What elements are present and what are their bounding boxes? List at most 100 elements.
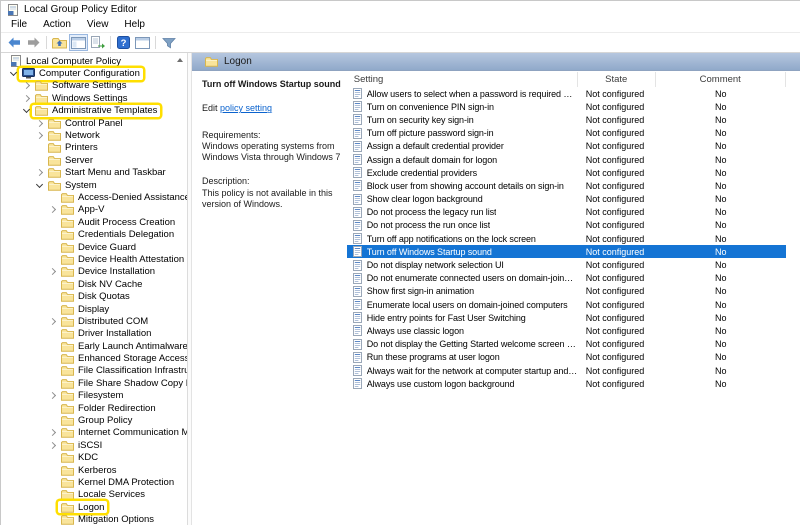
folder-icon: [61, 502, 74, 513]
tree-item-kernel-dma-protection[interactable]: Kernel DMA Protection: [1, 476, 187, 488]
tree-item-kdc[interactable]: KDC: [1, 452, 187, 464]
toolbar-button-filter-icon[interactable]: [159, 34, 178, 51]
menu-item-view[interactable]: View: [79, 18, 117, 32]
tree-item-filesystem[interactable]: Filesystem: [1, 390, 187, 402]
tree-item-file-classification-infrastru[interactable]: File Classification Infrastru: [1, 365, 187, 377]
list-row-do-not-process-the-run-once-list[interactable]: Do not process the run once listNot conf…: [347, 219, 800, 232]
tree-item-start-menu-and-taskbar[interactable]: Start Menu and Taskbar: [1, 167, 187, 179]
tree-item-label: Device Installation: [78, 266, 155, 277]
tree-item-disk-nv-cache[interactable]: Disk NV Cache: [1, 278, 187, 290]
chevron-right-icon[interactable]: [46, 430, 58, 435]
chevron-right-icon[interactable]: [33, 170, 45, 175]
list-row-assign-a-default-credential-provider[interactable]: Assign a default credential providerNot …: [347, 140, 800, 153]
list-row-turn-off-app-notifications-on-the-lock-s[interactable]: Turn off app notifications on the lock s…: [347, 232, 800, 245]
tree-item-line: Audit Process Creation: [58, 216, 178, 228]
console-icon: [10, 55, 22, 67]
tree-item-access-denied-assistance[interactable]: Access-Denied Assistance: [1, 191, 187, 203]
tree-item-label: Group Policy: [78, 415, 132, 426]
tree-item-device-guard[interactable]: Device Guard: [1, 241, 187, 253]
chevron-right-icon[interactable]: [33, 133, 45, 138]
tree-item-logon[interactable]: Logon: [1, 501, 187, 513]
tree-item-credentials-delegation[interactable]: Credentials Delegation: [1, 228, 187, 240]
tree-item-driver-installation[interactable]: Driver Installation: [1, 328, 187, 340]
tree-item-iscsi[interactable]: iSCSI: [1, 439, 187, 451]
column-header-comment[interactable]: Comment: [656, 72, 786, 87]
list-row-do-not-process-the-legacy-run-list[interactable]: Do not process the legacy run listNot co…: [347, 206, 800, 219]
list-row-hide-entry-points-for-fast-user-switchin[interactable]: Hide entry points for Fast User Switchin…: [347, 311, 800, 324]
tree-item-windows-settings[interactable]: Windows Settings: [1, 92, 187, 104]
chevron-right-icon[interactable]: [20, 83, 32, 88]
toolbar-button-help-icon[interactable]: ?: [114, 34, 133, 51]
menu-item-action[interactable]: Action: [35, 18, 79, 32]
chevron-right-icon[interactable]: [46, 269, 58, 274]
toolbar-button-forward-icon[interactable]: [24, 34, 43, 51]
chevron-down-icon[interactable]: [33, 184, 45, 187]
list-row-show-first-sign-in-animation[interactable]: Show first sign-in animationNot configur…: [347, 285, 800, 298]
tree-item-internet-communication-m[interactable]: Internet Communication M: [1, 427, 187, 439]
list-row-do-not-enumerate-connected-users-on-doma[interactable]: Do not enumerate connected users on doma…: [347, 272, 800, 285]
tree-item-local-computer-policy[interactable]: Local Computer Policy: [1, 55, 187, 67]
menu-item-help[interactable]: Help: [116, 18, 153, 32]
tree-item-mitigation-options[interactable]: Mitigation Options: [1, 513, 187, 525]
tree-item-software-settings[interactable]: Software Settings: [1, 80, 187, 92]
tree-item-folder-redirection[interactable]: Folder Redirection: [1, 402, 187, 414]
toolbar-button-up-one-level-icon[interactable]: [50, 34, 69, 51]
list-row-exclude-credential-providers[interactable]: Exclude credential providersNot configur…: [347, 166, 800, 179]
menu-item-file[interactable]: File: [3, 18, 35, 32]
tree-item-administrative-templates[interactable]: Administrative Templates: [1, 105, 187, 117]
list-row-run-these-programs-at-user-logon[interactable]: Run these programs at user logonNot conf…: [347, 351, 800, 364]
list-row-always-use-custom-logon-background[interactable]: Always use custom logon backgroundNot co…: [347, 377, 800, 390]
tree-scrollbar[interactable]: [175, 56, 185, 68]
tree-item-kerberos[interactable]: Kerberos: [1, 464, 187, 476]
tree-item-locale-services[interactable]: Locale Services: [1, 489, 187, 501]
list-row-turn-off-windows-startup-sound[interactable]: Turn off Windows Startup soundNot config…: [347, 245, 800, 258]
tree-item-computer-configuration[interactable]: Computer Configuration: [1, 67, 187, 79]
chevron-right-icon[interactable]: [20, 96, 32, 101]
list-row-do-not-display-the-getting-started-welco[interactable]: Do not display the Getting Started welco…: [347, 338, 800, 351]
chevron-right-icon[interactable]: [46, 443, 58, 448]
chevron-right-icon[interactable]: [33, 121, 45, 126]
tree-item-enhanced-storage-access[interactable]: Enhanced Storage Access: [1, 352, 187, 364]
folder-icon: [48, 142, 61, 153]
chevron-down-icon[interactable]: [20, 109, 32, 112]
list-row-turn-off-picture-password-sign-in[interactable]: Turn off picture password sign-inNot con…: [347, 127, 800, 140]
tree-item-file-share-shadow-copy-pr[interactable]: File Share Shadow Copy Pr: [1, 377, 187, 389]
column-header-setting[interactable]: Setting: [347, 72, 578, 87]
list-row-block-user-from-showing-account-details-[interactable]: Block user from showing account details …: [347, 179, 800, 192]
tree-item-device-installation[interactable]: Device Installation: [1, 266, 187, 278]
list-row-allow-users-to-select-when-a-password-is[interactable]: Allow users to select when a password is…: [347, 87, 800, 100]
cell-setting: Show clear logon background: [347, 193, 578, 206]
tree-item-disk-quotas[interactable]: Disk Quotas: [1, 290, 187, 302]
annotation-highlight: Computer Configuration: [19, 68, 143, 80]
list-row-do-not-display-network-selection-ui[interactable]: Do not display network selection UINot c…: [347, 258, 800, 271]
tree-item-audit-process-creation[interactable]: Audit Process Creation: [1, 216, 187, 228]
tree-item-group-policy[interactable]: Group Policy: [1, 414, 187, 426]
list-row-show-clear-logon-background[interactable]: Show clear logon backgroundNot configure…: [347, 193, 800, 206]
list-row-always-use-classic-logon[interactable]: Always use classic logonNot configuredNo: [347, 324, 800, 337]
list-row-assign-a-default-domain-for-logon[interactable]: Assign a default domain for logonNot con…: [347, 153, 800, 166]
policy-setting-link[interactable]: policy setting: [220, 103, 272, 113]
chevron-right-icon[interactable]: [46, 207, 58, 212]
chevron-right-icon[interactable]: [46, 319, 58, 324]
list-row-always-wait-for-the-network-at-computer-[interactable]: Always wait for the network at computer …: [347, 364, 800, 377]
tree-item-distributed-com[interactable]: Distributed COM: [1, 315, 187, 327]
chevron-down-icon[interactable]: [7, 72, 19, 75]
tree-item-app-v[interactable]: App-V: [1, 204, 187, 216]
column-header-state[interactable]: State: [578, 72, 656, 87]
tree-item-control-panel[interactable]: Control Panel: [1, 117, 187, 129]
toolbar-button-show-console-tree-icon[interactable]: [69, 34, 88, 51]
chevron-right-icon[interactable]: [46, 393, 58, 398]
toolbar-button-console-window-icon[interactable]: [133, 34, 152, 51]
tree-item-system[interactable]: System: [1, 179, 187, 191]
list-row-turn-on-security-key-sign-in[interactable]: Turn on security key sign-inNot configur…: [347, 113, 800, 126]
list-row-enumerate-local-users-on-domain-joined-c[interactable]: Enumerate local users on domain-joined c…: [347, 298, 800, 311]
tree-item-printers[interactable]: Printers: [1, 142, 187, 154]
tree-item-device-health-attestation-s[interactable]: Device Health Attestation S: [1, 253, 187, 265]
toolbar-button-export-list-icon[interactable]: [88, 34, 107, 51]
toolbar-button-back-icon[interactable]: [5, 34, 24, 51]
list-row-turn-on-convenience-pin-sign-in[interactable]: Turn on convenience PIN sign-inNot confi…: [347, 100, 800, 113]
tree-item-server[interactable]: Server: [1, 154, 187, 166]
tree-item-display[interactable]: Display: [1, 303, 187, 315]
tree-item-network[interactable]: Network: [1, 129, 187, 141]
tree-item-early-launch-antimalware[interactable]: Early Launch Antimalware: [1, 340, 187, 352]
